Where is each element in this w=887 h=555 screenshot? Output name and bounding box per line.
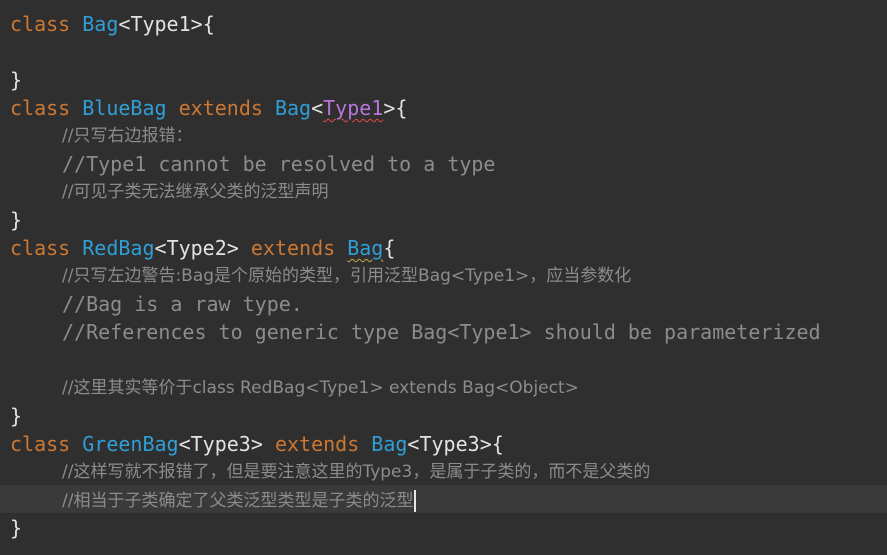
- angle-open: <: [311, 96, 324, 120]
- code-line-redbag-close[interactable]: }: [10, 402, 22, 430]
- type-param-type1-error[interactable]: Type1: [323, 96, 383, 120]
- code-line-bluebag-decl[interactable]: class BlueBag extends Bag<Type1>{: [10, 94, 407, 122]
- text-caret: [414, 489, 417, 512]
- brace-close: }: [10, 404, 23, 428]
- code-line-bag-decl[interactable]: class Bag<Type1>{: [10, 10, 215, 38]
- type-param-type3: Type3: [419, 432, 480, 456]
- type-redbag: RedBag: [82, 236, 155, 260]
- keyword-extends: extends: [178, 96, 263, 120]
- type-bag-raw-warning[interactable]: Bag: [347, 236, 383, 260]
- code-line-greenbag-decl[interactable]: class GreenBag<Type3> extends Bag<Type3>…: [10, 430, 504, 458]
- code-line-bluebag-close[interactable]: }: [10, 206, 22, 234]
- keyword-class: class: [10, 12, 71, 36]
- type-bag: Bag: [274, 96, 312, 120]
- brace-open: {: [383, 236, 396, 260]
- brace-open: {: [395, 96, 408, 120]
- type-bag: Bag: [82, 12, 119, 36]
- angle-open: <: [407, 432, 420, 456]
- keyword-class: class: [10, 432, 71, 456]
- angle-close: >: [383, 96, 396, 120]
- keyword-class: class: [10, 96, 71, 120]
- keyword-class: class: [10, 236, 71, 260]
- angle-close: >: [226, 236, 239, 260]
- comment-line: //Bag is a raw type.: [62, 292, 303, 316]
- brace-open: {: [491, 432, 504, 456]
- brace-close: }: [10, 208, 23, 232]
- type-bluebag: BlueBag: [82, 96, 167, 120]
- code-line-current[interactable]: //相当于子类确定了父类泛型类型是子类的泛型: [62, 485, 417, 513]
- comment-line: //References to generic type Bag<Type1> …: [62, 320, 821, 344]
- angle-close: >: [479, 432, 492, 456]
- type-param-type2: Type2: [166, 236, 227, 260]
- comment-line: //只写右边报错：: [62, 126, 193, 146]
- type-param-type1: Type1: [130, 12, 191, 36]
- comment-line: //相当于子类确定了父类泛型类型是子类的泛型: [62, 491, 414, 511]
- angle-close: >: [250, 432, 263, 456]
- comment-line: //可见子类无法继承父类的泛型声明: [62, 182, 329, 202]
- type-param-type3: Type3: [190, 432, 251, 456]
- angle-open: <: [154, 236, 167, 260]
- brace-close: }: [10, 516, 23, 540]
- comment-line: //只写左边警告:Bag是个原始的类型，引用泛型Bag<Type1>，应当参数化: [62, 266, 632, 286]
- comment-line: //这里其实等价于class RedBag<Type1> extends Bag…: [62, 378, 579, 398]
- code-line-greenbag-close[interactable]: }: [10, 514, 22, 542]
- code-line-bag-close[interactable]: }: [10, 66, 22, 94]
- keyword-extends: extends: [250, 236, 336, 260]
- comment-line: //这样写就不报错了，但是要注意这里的Type3，是属于子类的，而不是父类的: [62, 462, 651, 482]
- code-editor[interactable]: class Bag<Type1>{ } class BlueBag extend…: [0, 0, 887, 555]
- type-greenbag: GreenBag: [82, 432, 179, 456]
- brace-close: }: [10, 68, 23, 92]
- code-line-redbag-decl[interactable]: class RedBag<Type2> extends Bag{: [10, 234, 395, 262]
- angle-close: >: [190, 12, 203, 36]
- comment-line: //Type1 cannot be resolved to a type: [62, 152, 496, 176]
- brace-open: {: [202, 12, 215, 36]
- angle-open: <: [178, 432, 191, 456]
- angle-open: <: [118, 12, 131, 36]
- type-bag: Bag: [371, 432, 408, 456]
- keyword-extends: extends: [274, 432, 360, 456]
